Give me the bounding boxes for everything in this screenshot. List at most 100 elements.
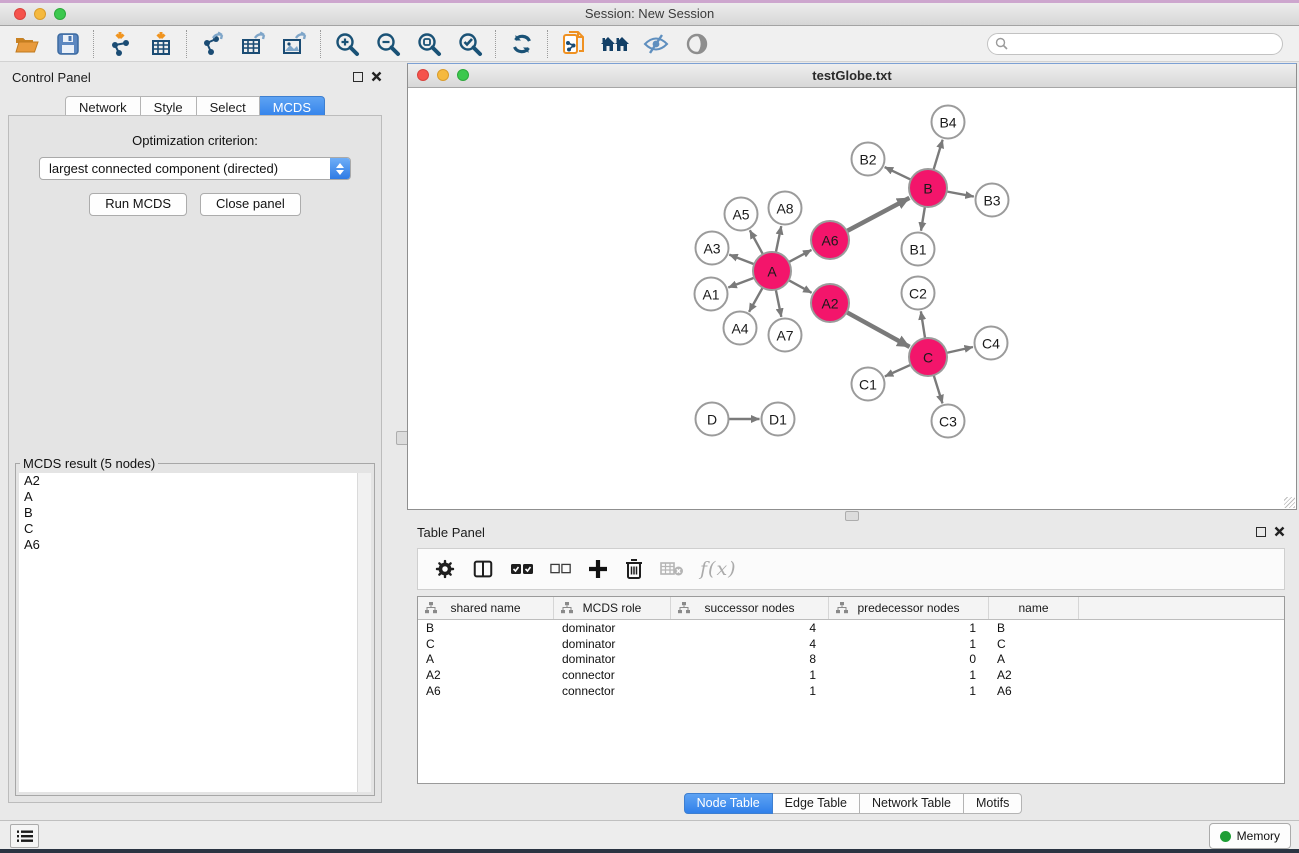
node-C2[interactable]: C2 <box>902 277 935 310</box>
cell-shared-name[interactable]: A <box>418 652 554 666</box>
edge-C-C1[interactable] <box>885 365 911 377</box>
edge-C-C2[interactable] <box>921 311 925 338</box>
show-graphics-details-button[interactable] <box>676 28 717 60</box>
node-C4[interactable]: C4 <box>975 327 1008 360</box>
mcds-result-item[interactable]: A <box>19 489 371 505</box>
edge-A-A4[interactable] <box>749 288 763 312</box>
edge-A-A3[interactable] <box>729 255 754 265</box>
close-panel-button[interactable]: Close panel <box>200 193 301 216</box>
node-A8[interactable]: A8 <box>769 192 802 225</box>
function-builder-icon[interactable]: f(x) <box>700 558 737 580</box>
float-panel-icon[interactable] <box>353 72 363 82</box>
memory-button[interactable]: Memory <box>1209 823 1291 849</box>
table-row[interactable]: A2connector11A2 <box>418 667 1284 683</box>
cell-successor-nodes[interactable]: 1 <box>671 684 829 698</box>
mcds-result-item[interactable]: A6 <box>19 537 371 553</box>
search-field[interactable] <box>987 33 1283 55</box>
column-header-MCDS-role[interactable]: MCDS role <box>554 597 671 619</box>
cell-successor-nodes[interactable]: 8 <box>671 652 829 666</box>
cell-MCDS-role[interactable]: dominator <box>554 652 671 666</box>
node-A7[interactable]: A7 <box>769 319 802 352</box>
cell-MCDS-role[interactable]: connector <box>554 668 671 682</box>
cell-MCDS-role[interactable]: connector <box>554 684 671 698</box>
node-B4[interactable]: B4 <box>932 106 965 139</box>
cell-predecessor-nodes[interactable]: 1 <box>829 621 989 635</box>
refresh-layout-button[interactable] <box>501 28 542 60</box>
node-A1[interactable]: A1 <box>695 278 728 311</box>
cell-MCDS-role[interactable]: dominator <box>554 621 671 635</box>
column-header-name[interactable]: name <box>989 597 1079 619</box>
table-row[interactable]: Adominator80A <box>418 652 1284 668</box>
table-row[interactable]: Bdominator41B <box>418 620 1284 636</box>
edge-B-B3[interactable] <box>947 192 974 197</box>
cell-name[interactable]: A <box>989 652 1079 666</box>
node-A3[interactable]: A3 <box>696 232 729 265</box>
node-B1[interactable]: B1 <box>902 233 935 266</box>
hide-graphics-details-button[interactable] <box>635 28 676 60</box>
table-tab-motifs[interactable]: Motifs <box>964 793 1022 814</box>
export-table-button[interactable] <box>233 28 274 60</box>
edge-A-A5[interactable] <box>750 230 763 254</box>
edge-A-A2[interactable] <box>789 280 812 293</box>
node-A-dominator[interactable]: A <box>753 252 791 290</box>
toggle-panel-layout-icon[interactable] <box>472 558 494 580</box>
resize-grip-icon[interactable] <box>1284 497 1295 508</box>
cell-predecessor-nodes[interactable]: 1 <box>829 684 989 698</box>
table-row[interactable]: Cdominator41C <box>418 636 1284 652</box>
task-history-button[interactable] <box>10 824 39 848</box>
delete-table-icon[interactable] <box>660 560 684 578</box>
float-table-panel-icon[interactable] <box>1256 527 1266 537</box>
column-header-predecessor-nodes[interactable]: predecessor nodes <box>829 597 989 619</box>
edge-A2-C[interactable] <box>847 312 910 347</box>
open-session-button[interactable] <box>6 28 47 60</box>
node-table[interactable]: shared nameMCDS rolesuccessor nodesprede… <box>417 596 1285 784</box>
mcds-result-item[interactable]: B <box>19 505 371 521</box>
node-C-dominator[interactable]: C <box>909 338 947 376</box>
new-network-from-selection-button[interactable] <box>553 28 594 60</box>
edge-A6-B[interactable] <box>847 198 910 231</box>
cell-successor-nodes[interactable]: 1 <box>671 668 829 682</box>
zoom-selected-button[interactable] <box>449 28 490 60</box>
node-B-dominator[interactable]: B <box>909 169 947 207</box>
network-graph[interactable]: B4B2BB3A5A8A6A3B1AA1C2A2A4A7C4CC1C3DD1 <box>408 88 1296 509</box>
run-mcds-button[interactable]: Run MCDS <box>89 193 187 216</box>
close-table-panel-icon[interactable] <box>1274 526 1285 537</box>
edge-A-A7[interactable] <box>776 290 782 317</box>
result-scrollbar[interactable] <box>357 473 371 792</box>
column-header-shared-name[interactable]: shared name <box>418 597 554 619</box>
node-C3[interactable]: C3 <box>932 405 965 438</box>
network-canvas[interactable]: B4B2BB3A5A8A6A3B1AA1C2A2A4A7C4CC1C3DD1 <box>408 88 1296 509</box>
cell-name[interactable]: C <box>989 637 1079 651</box>
cell-predecessor-nodes[interactable]: 1 <box>829 668 989 682</box>
zoom-out-button[interactable] <box>367 28 408 60</box>
edge-C-C4[interactable] <box>947 347 973 353</box>
node-A2-dominator[interactable]: A2 <box>811 284 849 322</box>
column-header-successor-nodes[interactable]: successor nodes <box>671 597 829 619</box>
deselect-all-icon[interactable] <box>550 561 572 577</box>
node-A5[interactable]: A5 <box>725 198 758 231</box>
edge-C-C3[interactable] <box>934 375 943 403</box>
table-tab-node-table[interactable]: Node Table <box>684 793 773 814</box>
cell-shared-name[interactable]: B <box>418 621 554 635</box>
cell-predecessor-nodes[interactable]: 1 <box>829 637 989 651</box>
import-table-button[interactable] <box>140 28 181 60</box>
cell-name[interactable]: A2 <box>989 668 1079 682</box>
edge-A-A8[interactable] <box>776 226 781 252</box>
delete-columns-trash-icon[interactable] <box>624 558 644 580</box>
zoom-fit-button[interactable] <box>408 28 449 60</box>
cell-successor-nodes[interactable]: 4 <box>671 637 829 651</box>
criterion-dropdown[interactable]: largest connected component (directed) <box>39 157 351 180</box>
mcds-result-item[interactable]: C <box>19 521 371 537</box>
table-row[interactable]: A6connector11A6 <box>418 683 1284 699</box>
add-column-icon[interactable] <box>588 559 608 579</box>
node-C1[interactable]: C1 <box>852 368 885 401</box>
first-neighbors-button[interactable] <box>594 28 635 60</box>
node-A4[interactable]: A4 <box>724 312 757 345</box>
close-panel-icon[interactable] <box>371 71 382 82</box>
node-B3[interactable]: B3 <box>976 184 1009 217</box>
table-tab-edge-table[interactable]: Edge Table <box>773 793 860 814</box>
node-A6-dominator[interactable]: A6 <box>811 221 849 259</box>
cell-name[interactable]: A6 <box>989 684 1079 698</box>
cell-name[interactable]: B <box>989 621 1079 635</box>
edge-A-A6[interactable] <box>789 250 812 262</box>
